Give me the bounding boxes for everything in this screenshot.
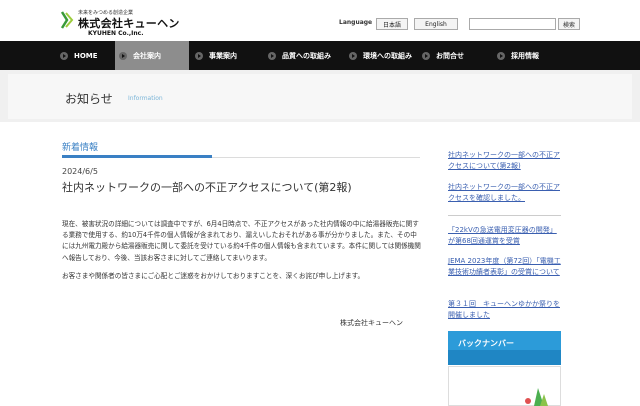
nav-home[interactable]: HOME	[60, 41, 118, 70]
nav-quality[interactable]: 品質への取組み	[268, 41, 331, 70]
language-japanese-button[interactable]: 日本語	[376, 18, 408, 30]
logo-mark-icon	[60, 11, 74, 29]
backnumber-label: バックナンバー	[458, 339, 514, 348]
nav-label: 品質への取組み	[282, 51, 331, 60]
language-label: Language	[339, 19, 373, 26]
arrow-circle-icon	[422, 51, 430, 60]
article-signature: 株式会社キューヘン	[340, 319, 403, 327]
heading-accent-bar	[62, 155, 212, 158]
nav-recruit[interactable]: 採用情報	[497, 41, 539, 70]
backnumber-button-shade	[448, 350, 561, 365]
nav-label: 事業案内	[209, 51, 237, 60]
nav-business[interactable]: 事業案内	[195, 41, 237, 70]
article-paragraph: お客さまや関係者の皆さまにご心配とご迷惑をおかけしておりますことを、深くお詫び申…	[62, 271, 365, 280]
nav-label: 採用情報	[511, 51, 539, 60]
article-date: 2024/6/5	[62, 167, 98, 176]
arrow-circle-icon	[349, 51, 357, 60]
article-paragraph: 現在、被害状況の詳細については調査中ですが、6月4日時点で、不正アクセスがあった…	[62, 220, 421, 262]
nav-label: お問合せ	[436, 51, 464, 60]
article-body: 現在、被害状況の詳細については調査中ですが、6月4日時点で、不正アクセスがあった…	[62, 219, 422, 289]
sidebar-news-link[interactable]: 「22kVの急送電用変圧器の開発」が第68回通運賞を受賞	[448, 225, 561, 246]
nav-contact[interactable]: お問合せ	[422, 41, 464, 70]
logo-english-name: KYUHEN Co.,Inc.	[88, 30, 144, 37]
sidebar-news-link[interactable]: 社内ネットワークの一部への不正アクセスを確認しました。	[448, 182, 561, 203]
search-button[interactable]: 検索	[558, 18, 580, 30]
sidebar-news-link[interactable]: 第３１回 キューヘンゆかか祭りを開催しました	[448, 299, 561, 320]
arrow-circle-icon	[497, 51, 505, 60]
nav-label: HOME	[74, 51, 98, 60]
section-heading: 新着情報	[62, 143, 99, 153]
nav-company[interactable]: 会社案内	[115, 41, 189, 70]
language-english-button[interactable]: English	[414, 18, 458, 30]
sidebar-news-link[interactable]: 社内ネットワークの一部への不正アクセスについて(第2報)	[448, 150, 561, 171]
sidebar-news-link[interactable]: JEMA 2023年度（第72回）「電機工業技術功績者表彰」の受賞について	[448, 256, 561, 277]
nav-environment[interactable]: 環境への取組み	[349, 41, 412, 70]
banner-illustration-icon	[525, 388, 548, 406]
sidebar-divider	[448, 215, 561, 216]
page-title: お知らせ	[65, 92, 113, 106]
arrow-circle-icon	[60, 51, 68, 60]
arrow-circle-icon	[195, 51, 203, 60]
nav-label: 会社案内	[133, 51, 161, 60]
arrow-circle-icon	[268, 51, 276, 60]
nav-label: 環境への取組み	[363, 51, 412, 60]
logo-company-name: 株式会社キューヘン	[78, 17, 180, 30]
arrow-circle-icon	[119, 51, 127, 60]
page-subtitle: Information	[128, 95, 163, 102]
search-input[interactable]	[469, 18, 556, 30]
article-title: 社内ネットワークの一部への不正アクセスについて(第2報)	[62, 181, 352, 194]
